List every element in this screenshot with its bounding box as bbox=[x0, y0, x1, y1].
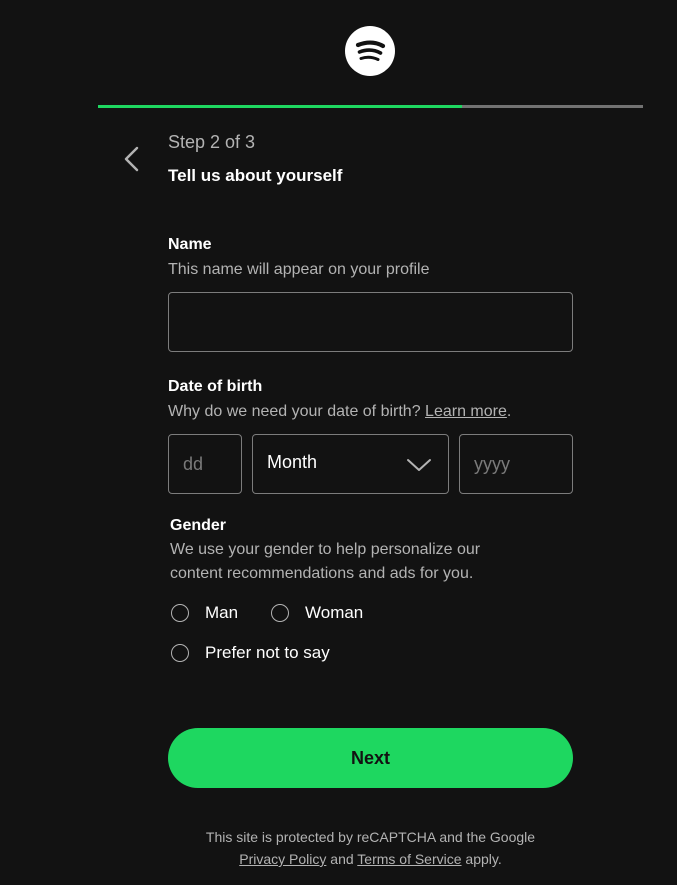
dob-helper-text: Why do we need your date of birth? Learn… bbox=[168, 400, 511, 424]
gender-option-woman[interactable]: Woman bbox=[271, 603, 363, 623]
birth-month-value: Month bbox=[267, 452, 318, 472]
dob-label: Date of birth bbox=[168, 378, 263, 395]
learn-more-link[interactable]: Learn more bbox=[425, 403, 507, 420]
gender-option-man[interactable]: Man bbox=[171, 603, 238, 623]
name-input[interactable] bbox=[168, 292, 573, 352]
progress-bar bbox=[98, 105, 643, 108]
chevron-down-icon bbox=[407, 459, 431, 471]
signup-page: Step 2 of 3 Tell us about yourself Name … bbox=[0, 0, 677, 885]
radio-button[interactable] bbox=[271, 604, 289, 622]
gender-helper-text: We use your gender to help personalize o… bbox=[170, 538, 480, 586]
recaptcha-notice: This site is protected by reCAPTCHA and … bbox=[98, 826, 643, 870]
next-button[interactable]: Next bbox=[168, 728, 573, 788]
privacy-policy-link[interactable]: Privacy Policy bbox=[239, 851, 326, 867]
gender-label: Gender bbox=[170, 517, 227, 534]
spotify-logo-icon bbox=[345, 26, 395, 76]
back-button[interactable] bbox=[118, 144, 146, 174]
gender-helper-line-1: We use your gender to help personalize o… bbox=[170, 541, 481, 558]
gender-helper-line-2: content recommendations and ads for you. bbox=[170, 565, 474, 582]
terms-of-service-link[interactable]: Terms of Service bbox=[357, 851, 461, 867]
recaptcha-notice-line-1: This site is protected by reCAPTCHA and … bbox=[205, 829, 536, 845]
progress-bar-fill bbox=[98, 105, 462, 108]
gender-option-label: Woman bbox=[305, 603, 364, 622]
name-label: Name bbox=[168, 236, 212, 253]
step-indicator: Step 2 of 3 bbox=[168, 132, 256, 152]
birth-month-select[interactable]: Month bbox=[252, 434, 449, 494]
dob-helper-period: . bbox=[506, 403, 512, 420]
gender-option-label: Prefer not to say bbox=[205, 643, 330, 662]
name-helper-text: This name will appear on your profile bbox=[168, 261, 430, 278]
radio-button[interactable] bbox=[171, 604, 189, 622]
birth-day-input[interactable] bbox=[168, 434, 242, 494]
birth-year-input[interactable] bbox=[459, 434, 573, 494]
step-title: Tell us about yourself bbox=[168, 166, 343, 185]
apply-text: apply. bbox=[465, 851, 502, 867]
recaptcha-notice-line-2: Privacy Policy and Terms of Service appl… bbox=[98, 848, 643, 870]
gender-option-prefer-not-to-say[interactable]: Prefer not to say bbox=[171, 643, 330, 663]
dob-helper-question: Why do we need your date of birth? bbox=[168, 403, 421, 420]
chevron-left-icon bbox=[124, 146, 139, 172]
and-text: and bbox=[330, 851, 354, 867]
radio-button[interactable] bbox=[171, 644, 189, 662]
gender-option-label: Man bbox=[205, 603, 239, 622]
